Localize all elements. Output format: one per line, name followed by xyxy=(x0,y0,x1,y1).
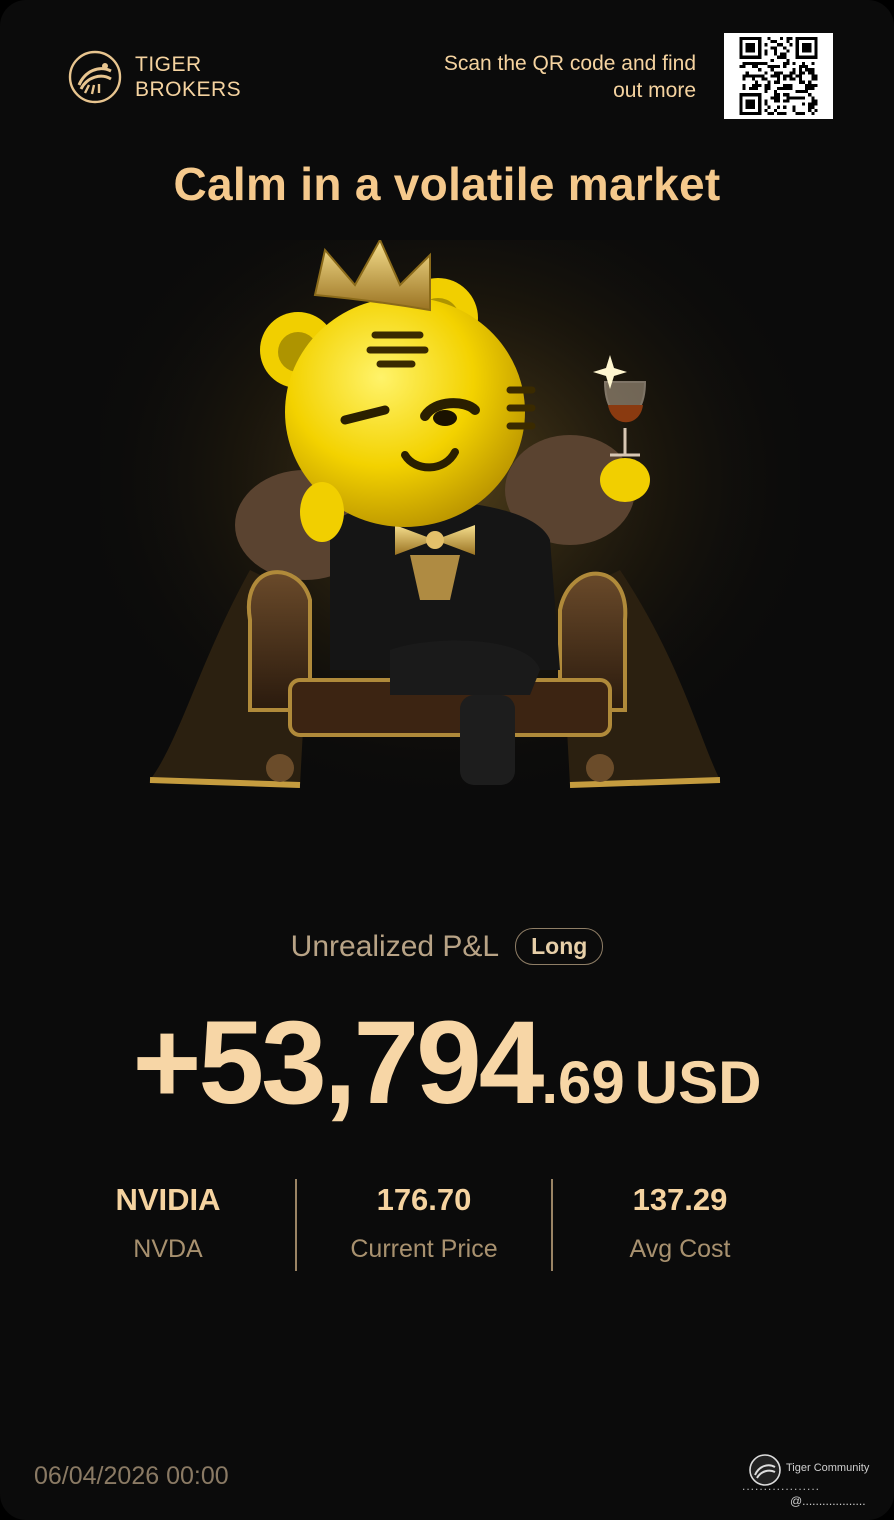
stat-label: Avg Cost xyxy=(629,1235,731,1263)
stat-symbol: NVIDIA NVDA xyxy=(40,1177,296,1275)
stat-label: NVDA xyxy=(133,1235,203,1263)
brand-line-2: BROKERS xyxy=(135,78,242,101)
share-card: TIGER BROKERS Scan the QR code and find … xyxy=(0,0,894,1520)
stat-value: NVIDIA xyxy=(115,1182,221,1217)
stat-value: 137.29 xyxy=(632,1182,728,1217)
position-stats: NVIDIA NVDA 176.70 Current Price 137.29 … xyxy=(40,1177,808,1271)
community-handle: @................... xyxy=(790,1494,866,1508)
pl-amount: +53,794.69 USD xyxy=(0,995,894,1131)
pl-amount-decimal: .69 xyxy=(541,1049,625,1116)
pl-header: Unrealized P&L Long xyxy=(0,928,894,965)
qr-code[interactable] xyxy=(724,33,833,119)
tiger-brokers-logo-icon xyxy=(67,49,123,105)
stat-current-price: 176.70 Current Price xyxy=(296,1177,552,1275)
qr-prompt: Scan the QR code and find out more xyxy=(376,50,696,104)
pl-label: Unrealized P&L xyxy=(290,929,500,963)
headline: Calm in a volatile market xyxy=(173,158,721,210)
tiger-community-badge[interactable]: Tiger Community .................. @....… xyxy=(742,1452,888,1512)
pl-amount-main: +53,794 xyxy=(132,997,545,1129)
pl-currency: USD xyxy=(634,1049,762,1116)
tiger-mascot-illustration xyxy=(100,237,800,840)
stat-label: Current Price xyxy=(350,1235,498,1263)
timestamp: 06/04/2026 00:00 xyxy=(34,1462,229,1490)
position-tag: Long xyxy=(515,928,604,965)
stat-value: 176.70 xyxy=(376,1182,472,1217)
qr-prompt-line-2: out more xyxy=(613,79,696,102)
brand-line-1: TIGER xyxy=(135,53,202,76)
brand-name: TIGER BROKERS xyxy=(135,52,241,102)
qr-prompt-line-1: Scan the QR code and find xyxy=(443,52,696,75)
community-dots: .................. xyxy=(742,1479,821,1493)
stat-avg-cost: 137.29 Avg Cost xyxy=(552,1177,808,1275)
community-name: Tiger Community xyxy=(786,1462,870,1474)
